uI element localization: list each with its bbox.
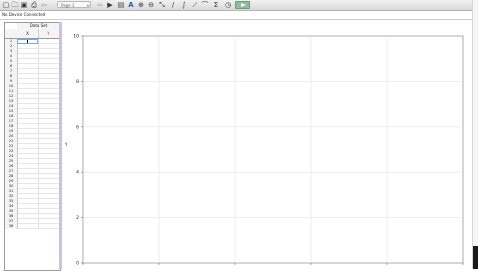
new-file-icon[interactable]: ▢ <box>2 1 10 9</box>
examine-icon[interactable]: ⤡ <box>158 1 166 9</box>
graph-panel[interactable]: Y 0 2 4 6 8 10 <box>62 22 472 269</box>
y-tick-label: 6 <box>76 124 79 130</box>
curve-fit-icon[interactable]: ⌒ <box>201 1 209 9</box>
graph-canvas[interactable]: 0 2 4 6 8 10 <box>62 22 472 269</box>
integral-icon[interactable]: ∫ <box>180 1 188 9</box>
column-headers: X Y <box>5 29 60 39</box>
save-icon[interactable]: ▣ <box>20 1 28 9</box>
divider-line <box>0 19 472 20</box>
y-tick-label: 8 <box>76 79 79 85</box>
column-header-x[interactable]: X <box>17 29 39 38</box>
page-select[interactable]: Page 1 ▾ <box>57 1 91 8</box>
column-header-y[interactable]: Y <box>38 29 59 38</box>
undo-icon[interactable]: ⇦ <box>40 1 48 9</box>
y-tick-label: 2 <box>76 215 79 221</box>
open-folder-icon[interactable]: 🗀 <box>11 1 19 9</box>
y-tick-label: 4 <box>76 170 79 176</box>
redo-icon[interactable]: ⇨ <box>96 1 104 9</box>
zoom-out-icon[interactable]: ⊖ <box>147 1 155 9</box>
cell-x[interactable] <box>17 224 39 229</box>
y-tick-label: 10 <box>73 34 79 40</box>
text-annotation-icon[interactable]: A <box>127 1 135 9</box>
tangent-icon[interactable]: ∕ <box>169 1 177 9</box>
chevron-down-icon: ▾ <box>86 3 89 8</box>
zoom-in-icon[interactable]: ⊕ <box>137 1 145 9</box>
page-next-icon[interactable]: ▶ <box>106 1 114 9</box>
scrollbar-corner <box>473 246 478 269</box>
print-icon[interactable]: ⎙ <box>30 1 38 9</box>
cell-y[interactable] <box>38 224 60 229</box>
page-select-label: Page 1 <box>61 3 75 8</box>
table-rows: 1 2 3 4 5 6 7 8 9 10 11 12 13 14 15 16 17 18 19 20 21 22 23 24 2… <box>5 39 60 229</box>
calculator-icon[interactable]: ▤ <box>117 1 125 9</box>
collect-button[interactable] <box>235 1 250 9</box>
y-tick-label: 0 <box>76 261 79 267</box>
device-status: No Device Connected <box>2 12 46 17</box>
stats-icon[interactable]: Σ <box>212 1 220 9</box>
table-row: 38 <box>5 224 60 229</box>
linear-fit-icon[interactable]: ⟋ <box>191 1 199 9</box>
scrollbar[interactable] <box>472 0 478 269</box>
toolbar: ▢ 🗀 ▣ ⎙ ⇦ Page 1 ▾ ⇨ ▶ ▤ A ⊕ ⊖ ⤡ ∕ ∫ ⟋ ⌒… <box>0 0 478 11</box>
timer-icon[interactable]: ◷ <box>224 1 232 9</box>
plot-frame <box>82 35 464 264</box>
data-table[interactable]: Data Set X Y 1 2 3 4 5 6 7 8 9 10 11 12 13 14 15 16 17 18… <box>4 22 61 271</box>
